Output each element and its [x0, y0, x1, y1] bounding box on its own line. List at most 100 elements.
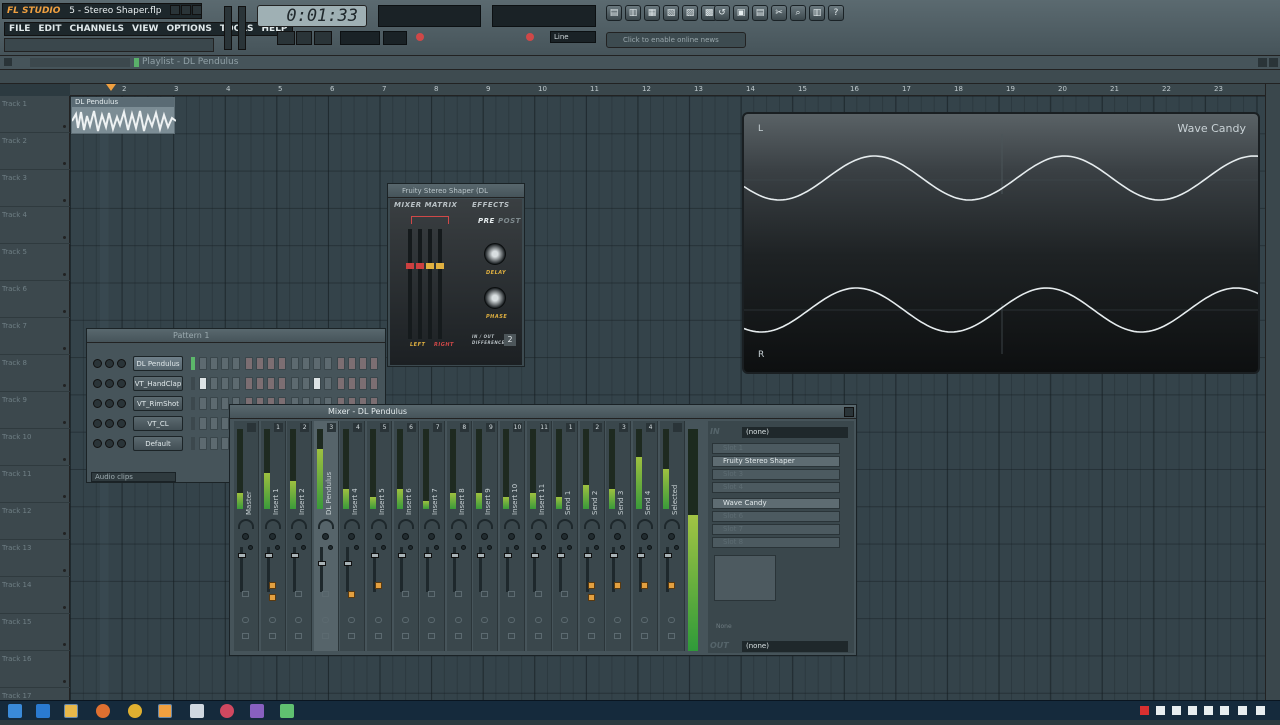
pan-knob[interactable]: [375, 533, 382, 540]
channel-select-led[interactable]: [191, 357, 195, 370]
mixer-strip[interactable]: 10 Insert 10: [500, 421, 525, 651]
record-tray-icon[interactable]: [1140, 706, 1149, 715]
route-icon[interactable]: [561, 617, 569, 623]
ie-icon[interactable]: [36, 704, 50, 718]
output-selector[interactable]: OUT (none): [710, 641, 852, 652]
volume-knob[interactable]: [117, 439, 126, 448]
record-button[interactable]: [314, 31, 332, 45]
tray-icon[interactable]: [1188, 706, 1197, 715]
step-button[interactable]: [337, 357, 345, 370]
mixer-strip[interactable]: Selected: [659, 421, 685, 651]
fx-enable-icon[interactable]: [424, 519, 441, 529]
explorer-icon[interactable]: [64, 704, 78, 718]
notifications-icon[interactable]: [1256, 706, 1265, 715]
send-toggle-icon[interactable]: [375, 582, 382, 589]
route-icon[interactable]: [401, 617, 409, 623]
tray-icon[interactable]: [1172, 706, 1181, 715]
tempo-display[interactable]: [340, 31, 380, 45]
fx-enable-icon[interactable]: [637, 519, 653, 529]
menu-view[interactable]: VIEW: [128, 23, 162, 35]
wave-candy-window[interactable]: Wave Candy L R: [742, 112, 1260, 374]
minimize-icon[interactable]: [170, 5, 180, 15]
arm-icon[interactable]: [587, 633, 595, 639]
mute-icon[interactable]: [93, 419, 102, 428]
route-icon[interactable]: [348, 617, 356, 623]
browser-icon[interactable]: ▨: [682, 5, 698, 21]
arm-icon[interactable]: [641, 633, 648, 639]
matrix-fader[interactable]: [438, 229, 442, 339]
fx-slot-2[interactable]: Fruity Stereo Shaper: [712, 456, 840, 467]
playlist-menu-icon[interactable]: [4, 58, 12, 66]
route-icon[interactable]: [268, 617, 276, 623]
fader-cap[interactable]: [530, 553, 539, 558]
route-icon[interactable]: [641, 617, 648, 623]
fx-enable-icon[interactable]: [344, 519, 361, 529]
channel-select-led[interactable]: [191, 417, 195, 430]
route-icon[interactable]: [587, 617, 595, 623]
mute-icon[interactable]: [93, 359, 102, 368]
pan-knob[interactable]: [401, 533, 409, 540]
difference-toggle[interactable]: 2: [504, 334, 516, 346]
save-icon[interactable]: ▣: [733, 5, 749, 21]
route-icon[interactable]: [614, 617, 622, 623]
step-button[interactable]: [210, 437, 218, 450]
step-button[interactable]: [199, 397, 207, 410]
mixer-strip[interactable]: Master: [234, 421, 259, 651]
channel-button[interactable]: DL Pendulus: [133, 356, 183, 371]
stop-button[interactable]: [296, 31, 312, 45]
stereo-knob[interactable]: [567, 545, 573, 550]
pan-knob[interactable]: [295, 533, 303, 540]
fader-cap[interactable]: [264, 553, 273, 558]
track-header[interactable]: Track 7: [0, 318, 70, 355]
playlist-close-icon[interactable]: [1269, 58, 1278, 67]
fader-cap[interactable]: [663, 553, 672, 558]
step-button[interactable]: [245, 377, 253, 390]
send-toggle-icon[interactable]: [428, 591, 436, 597]
stereo-knob[interactable]: [354, 545, 360, 550]
mixer-icon[interactable]: ▧: [663, 5, 679, 21]
fader-cap[interactable]: [344, 561, 353, 566]
stereo-knob[interactable]: [514, 545, 519, 550]
matrix-fader[interactable]: [428, 229, 432, 339]
step-button[interactable]: [348, 377, 356, 390]
fader-cap[interactable]: [291, 553, 300, 558]
post-label[interactable]: POST: [498, 217, 521, 225]
fader-handle[interactable]: [406, 263, 414, 269]
master-pitch-slider[interactable]: [238, 6, 246, 50]
stereo-knob[interactable]: [487, 545, 493, 550]
track-header[interactable]: Track 5: [0, 244, 70, 281]
step-button[interactable]: [221, 357, 229, 370]
fx-enable-icon[interactable]: [504, 519, 520, 529]
step-button[interactable]: [199, 377, 207, 390]
track-header[interactable]: Track 2: [0, 133, 70, 170]
menu-tools[interactable]: TOOLS: [216, 23, 258, 35]
mixer-strip[interactable]: 4 Send 4: [633, 421, 658, 651]
step-button[interactable]: [291, 377, 299, 390]
fx-slot-3[interactable]: Slot 3: [712, 469, 840, 480]
send-toggle-icon[interactable]: [481, 591, 489, 597]
arm-icon[interactable]: [321, 633, 329, 639]
send-toggle-icon[interactable]: [401, 591, 409, 597]
menu-edit[interactable]: EDIT: [34, 23, 65, 35]
track-header[interactable]: Track 8: [0, 355, 70, 392]
arm-icon[interactable]: [614, 633, 622, 639]
step-button[interactable]: [302, 377, 310, 390]
step-button[interactable]: [199, 417, 207, 430]
send-toggle-icon[interactable]: [614, 582, 622, 589]
fader-handle[interactable]: [416, 263, 424, 269]
app-icon[interactable]: [190, 704, 204, 718]
route-icon[interactable]: [534, 617, 542, 623]
pause-button[interactable]: [277, 31, 295, 45]
start-icon[interactable]: [8, 704, 22, 718]
stereo-knob[interactable]: [301, 545, 307, 550]
pan-knob[interactable]: [561, 533, 569, 540]
firefox-icon[interactable]: [96, 704, 110, 718]
track-header[interactable]: Track 11: [0, 466, 70, 503]
maximize-icon[interactable]: [181, 5, 191, 15]
render-icon[interactable]: ▤: [752, 5, 768, 21]
matrix-fader[interactable]: [408, 229, 412, 339]
phase-knob[interactable]: [484, 287, 506, 309]
stereo-knob[interactable]: [434, 545, 440, 550]
track-header[interactable]: Track 15: [0, 614, 70, 651]
step-button[interactable]: [232, 357, 240, 370]
